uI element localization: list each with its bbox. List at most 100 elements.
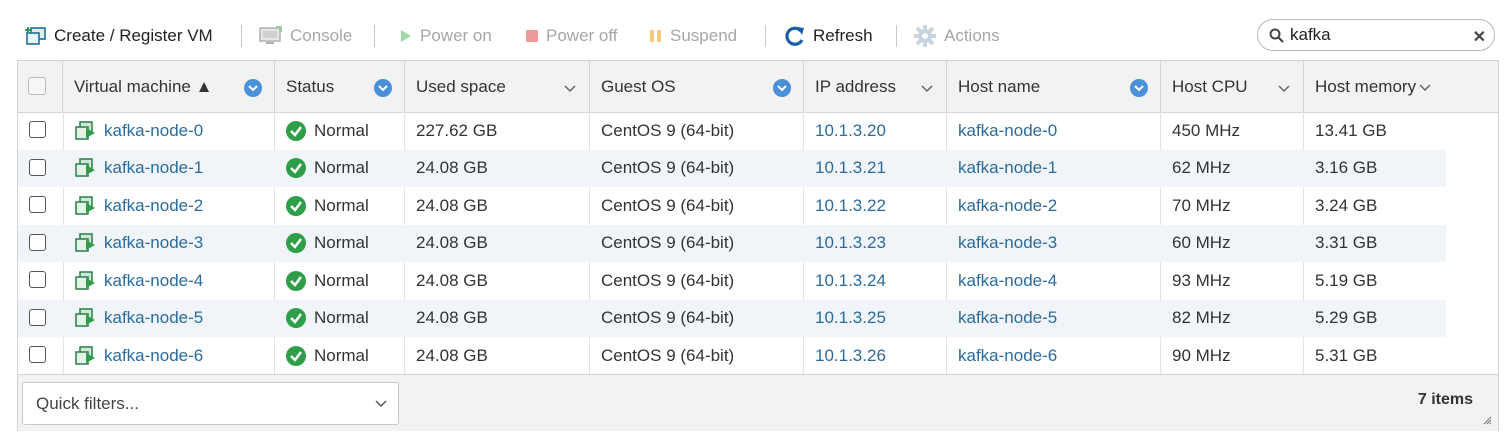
table-row[interactable]: kafka-node-6 Normal 24.08 GB CentOS 9 (6… bbox=[18, 337, 1446, 375]
vm-name-link[interactable]: kafka-node-2 bbox=[104, 196, 203, 216]
host-memory-cell: 3.31 GB bbox=[1315, 233, 1378, 253]
status-cell: Normal bbox=[275, 300, 405, 338]
column-header-host-cpu[interactable]: Host CPU bbox=[1161, 61, 1304, 112]
vm-name-link[interactable]: kafka-node-3 bbox=[104, 233, 203, 253]
guest-os-cell: CentOS 9 (64-bit) bbox=[601, 158, 735, 178]
search-icon bbox=[1269, 28, 1284, 43]
ip-address-link[interactable]: 10.1.3.25 bbox=[804, 300, 947, 338]
quick-filters-dropdown[interactable]: Quick filters... bbox=[22, 382, 399, 425]
vm-name-cell[interactable]: kafka-node-3 bbox=[63, 225, 275, 263]
console-button[interactable]: Console bbox=[259, 22, 352, 50]
ip-address-link[interactable]: 10.1.3.21 bbox=[804, 150, 947, 188]
guest-os-cell: CentOS 9 (64-bit) bbox=[601, 345, 735, 365]
table-row[interactable]: kafka-node-5 Normal 24.08 GB CentOS 9 (6… bbox=[18, 299, 1446, 338]
vm-table: Virtual machine ▲ Status Used space Gues… bbox=[17, 60, 1499, 431]
chevron-down-icon[interactable] bbox=[1418, 78, 1432, 96]
host-name-link[interactable]: kafka-node-4 bbox=[947, 262, 1161, 300]
table-row[interactable]: kafka-node-4 Normal 24.08 GB CentOS 9 (6… bbox=[18, 262, 1446, 300]
table-row[interactable]: kafka-node-1 Normal 24.08 GB CentOS 9 (6… bbox=[18, 149, 1446, 188]
host-name-link[interactable]: kafka-node-3 bbox=[947, 225, 1161, 263]
stop-icon bbox=[526, 30, 538, 42]
used-space-cell: 24.08 GB bbox=[416, 345, 488, 365]
table-header: Virtual machine ▲ Status Used space Gues… bbox=[18, 61, 1498, 113]
clear-search-icon[interactable]: ✕ bbox=[1473, 27, 1486, 47]
guest-os-cell: CentOS 9 (64-bit) bbox=[601, 308, 735, 328]
row-checkbox[interactable] bbox=[29, 346, 46, 363]
column-menu-icon[interactable] bbox=[244, 79, 262, 97]
vm-name-cell[interactable]: kafka-node-5 bbox=[63, 300, 275, 338]
vm-name-cell[interactable]: kafka-node-1 bbox=[63, 150, 275, 188]
ip-address-link[interactable]: 10.1.3.24 bbox=[804, 262, 947, 300]
ip-address-link[interactable]: 10.1.3.23 bbox=[804, 225, 947, 263]
row-checkbox[interactable] bbox=[29, 308, 46, 326]
column-menu-icon[interactable] bbox=[374, 79, 392, 97]
vm-name-link[interactable]: kafka-node-5 bbox=[104, 308, 203, 328]
vm-icon bbox=[75, 233, 95, 252]
play-icon bbox=[401, 30, 411, 42]
row-checkbox[interactable] bbox=[29, 233, 46, 251]
host-name-link[interactable]: kafka-node-0 bbox=[947, 112, 1161, 150]
column-header-guest-os[interactable]: Guest OS bbox=[590, 61, 804, 112]
table-row[interactable]: kafka-node-3 Normal 24.08 GB CentOS 9 (6… bbox=[18, 224, 1446, 263]
column-menu-icon[interactable] bbox=[773, 79, 791, 97]
column-header-host-name[interactable]: Host name bbox=[947, 61, 1161, 112]
select-all-cell bbox=[18, 61, 63, 112]
vm-name-link[interactable]: kafka-node-4 bbox=[104, 271, 203, 291]
ip-address-link[interactable]: 10.1.3.22 bbox=[804, 187, 947, 225]
refresh-button[interactable]: Refresh bbox=[784, 22, 873, 50]
host-name-link[interactable]: kafka-node-5 bbox=[947, 300, 1161, 338]
resize-grip-icon[interactable] bbox=[1482, 415, 1492, 425]
used-space-cell: 227.62 GB bbox=[416, 120, 498, 140]
status-text: Normal bbox=[314, 233, 369, 253]
suspend-button[interactable]: Suspend bbox=[649, 22, 737, 50]
status-cell: Normal bbox=[275, 150, 405, 188]
column-header-ip-address[interactable]: IP address bbox=[804, 61, 947, 112]
vm-name-cell[interactable]: kafka-node-0 bbox=[63, 112, 275, 150]
row-checkbox[interactable] bbox=[29, 121, 46, 138]
status-text: Normal bbox=[314, 345, 369, 365]
vm-name-link[interactable]: kafka-node-6 bbox=[104, 346, 203, 366]
column-header-status[interactable]: Status bbox=[275, 61, 405, 112]
column-label: Host name bbox=[958, 76, 1041, 96]
column-label: Virtual machine ▲ bbox=[74, 76, 213, 96]
chevron-down-icon[interactable] bbox=[563, 79, 577, 97]
host-name-link[interactable]: kafka-node-2 bbox=[947, 187, 1161, 225]
row-checkbox[interactable] bbox=[29, 271, 46, 288]
ip-address-link[interactable]: 10.1.3.20 bbox=[804, 112, 947, 150]
ip-address-link[interactable]: 10.1.3.26 bbox=[804, 337, 947, 375]
column-menu-icon[interactable] bbox=[1130, 79, 1148, 97]
host-name-link[interactable]: kafka-node-1 bbox=[947, 150, 1161, 188]
chevron-down-icon[interactable] bbox=[920, 79, 934, 97]
table-row[interactable]: kafka-node-0 Normal 227.62 GB CentOS 9 (… bbox=[18, 112, 1446, 150]
chevron-down-icon[interactable] bbox=[1277, 79, 1291, 97]
column-label: Guest OS bbox=[601, 76, 676, 96]
search-input[interactable] bbox=[1290, 25, 1460, 45]
suspend-label: Suspend bbox=[670, 26, 738, 45]
vm-icon bbox=[75, 196, 95, 215]
row-checkbox[interactable] bbox=[29, 158, 46, 176]
row-checkbox[interactable] bbox=[29, 196, 46, 213]
guest-os-cell: CentOS 9 (64-bit) bbox=[601, 233, 735, 253]
vm-name-link[interactable]: kafka-node-0 bbox=[104, 121, 203, 141]
check-circle-icon bbox=[286, 233, 306, 254]
column-header-host-memory[interactable]: Host memory bbox=[1304, 61, 1498, 112]
column-header-virtual-machine[interactable]: Virtual machine ▲ bbox=[63, 61, 275, 112]
vm-name-cell[interactable]: kafka-node-6 bbox=[63, 337, 275, 375]
check-circle-icon bbox=[286, 158, 306, 179]
search-box[interactable]: ✕ bbox=[1257, 19, 1495, 51]
table-row[interactable]: kafka-node-2 Normal 24.08 GB CentOS 9 (6… bbox=[18, 187, 1446, 225]
actions-label: Actions bbox=[944, 26, 1000, 45]
vm-name-link[interactable]: kafka-node-1 bbox=[104, 158, 203, 178]
host-name-link[interactable]: kafka-node-6 bbox=[947, 337, 1161, 375]
column-header-used-space[interactable]: Used space bbox=[405, 61, 590, 112]
create-register-vm-button[interactable]: Create / Register VM bbox=[25, 22, 213, 50]
vm-name-cell[interactable]: kafka-node-4 bbox=[63, 262, 275, 300]
vm-icon bbox=[75, 308, 95, 327]
host-memory-cell: 3.16 GB bbox=[1315, 158, 1378, 178]
select-all-checkbox[interactable] bbox=[28, 77, 46, 95]
vm-icon bbox=[75, 121, 95, 140]
power-off-button[interactable]: Power off bbox=[525, 22, 618, 50]
actions-button[interactable]: Actions bbox=[913, 22, 1000, 50]
power-on-button[interactable]: Power on bbox=[399, 22, 492, 50]
vm-name-cell[interactable]: kafka-node-2 bbox=[63, 187, 275, 225]
